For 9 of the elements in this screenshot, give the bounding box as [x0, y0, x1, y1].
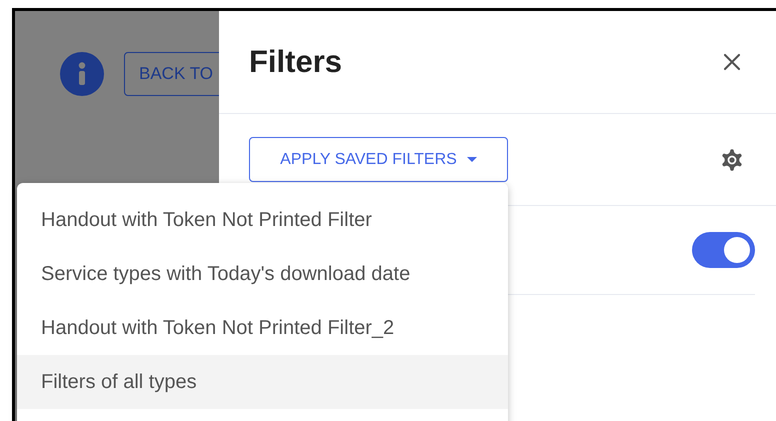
caret-icon: [466, 157, 477, 162]
menu-item[interactable]: Service types with Today's download date: [17, 247, 508, 301]
apply-saved-filters-button[interactable]: APPLY SAVED FILTERS: [249, 137, 508, 182]
menu-item[interactable]: Handout with Token Not Printed Filter: [17, 193, 508, 247]
menu-item[interactable]: Filters of all types: [17, 355, 508, 409]
info-icon[interactable]: [60, 52, 104, 96]
menu-item[interactable]: Handout with Token Not Printed Filter_2: [17, 301, 508, 355]
panel-title: Filters: [249, 42, 342, 81]
toggle-switch[interactable]: [692, 232, 755, 268]
